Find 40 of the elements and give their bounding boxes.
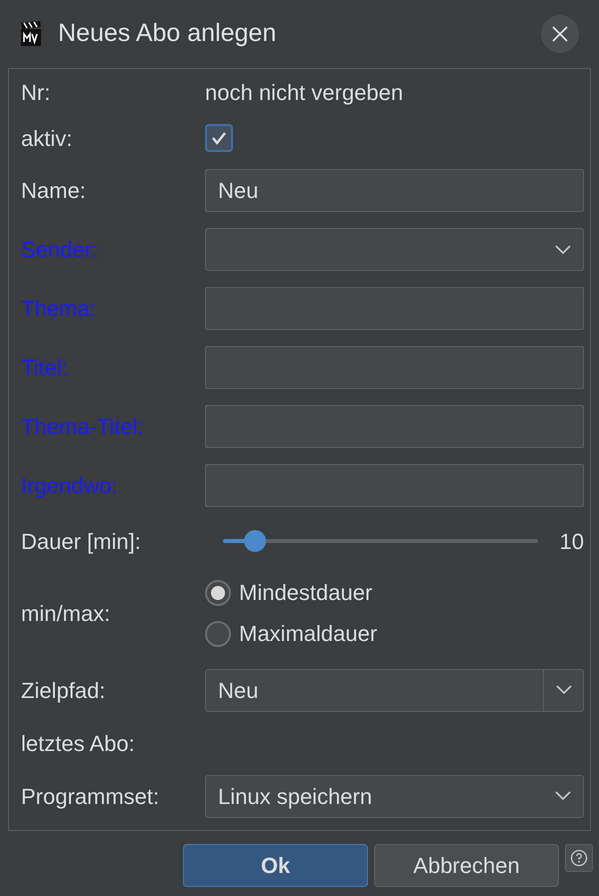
field-label: Dauer [min]: bbox=[21, 528, 141, 554]
close-button[interactable] bbox=[541, 15, 579, 53]
active-checkbox[interactable] bbox=[205, 124, 233, 152]
field-label: Sender: bbox=[21, 237, 98, 262]
duration-value: 10 bbox=[560, 528, 584, 556]
help-button[interactable] bbox=[565, 844, 593, 872]
field-label: Thema: bbox=[21, 296, 96, 321]
field-label: letztes Abo: bbox=[21, 730, 135, 756]
slider-thumb[interactable] bbox=[244, 530, 266, 552]
radio-option[interactable]: Maximaldauer bbox=[205, 617, 378, 650]
duration-slider[interactable] bbox=[223, 530, 538, 552]
field-label: Programmset: bbox=[21, 784, 160, 808]
dropdown-field[interactable]: Linux speichern bbox=[205, 774, 584, 818]
text-field[interactable] bbox=[205, 287, 584, 330]
text-field[interactable]: Neu bbox=[205, 169, 584, 212]
text-field[interactable] bbox=[205, 405, 584, 448]
radio-option[interactable]: Mindestdauer bbox=[205, 576, 378, 609]
chevron-down-icon bbox=[555, 244, 571, 254]
field-label: aktiv: bbox=[21, 126, 72, 150]
close-icon bbox=[552, 26, 568, 42]
field-label: min/max: bbox=[21, 600, 110, 626]
window-title: Neues Abo anlegen bbox=[58, 18, 276, 50]
cancel-button[interactable]: Abbrechen bbox=[374, 844, 559, 887]
chevron-down-icon bbox=[555, 791, 571, 801]
field-label: Nr: bbox=[21, 80, 50, 104]
chevron-down-icon bbox=[556, 685, 572, 695]
clapperboard-icon bbox=[20, 21, 42, 47]
text-field[interactable] bbox=[205, 464, 584, 507]
field-label: Thema-Titel: bbox=[21, 414, 144, 439]
field-label: Zielpfad: bbox=[21, 678, 106, 702]
checkmark-icon bbox=[211, 131, 227, 145]
help-icon bbox=[570, 849, 588, 867]
path-combo-field[interactable]: Neu bbox=[205, 668, 584, 712]
number-value: noch nicht vergeben bbox=[205, 78, 404, 107]
field-label: Irgendwo: bbox=[21, 473, 118, 498]
field-label: Titel: bbox=[21, 355, 68, 380]
field-label: Name: bbox=[21, 178, 86, 203]
ok-button[interactable]: Ok bbox=[183, 844, 368, 887]
text-field[interactable] bbox=[205, 346, 584, 389]
dropdown-field[interactable] bbox=[205, 228, 584, 271]
